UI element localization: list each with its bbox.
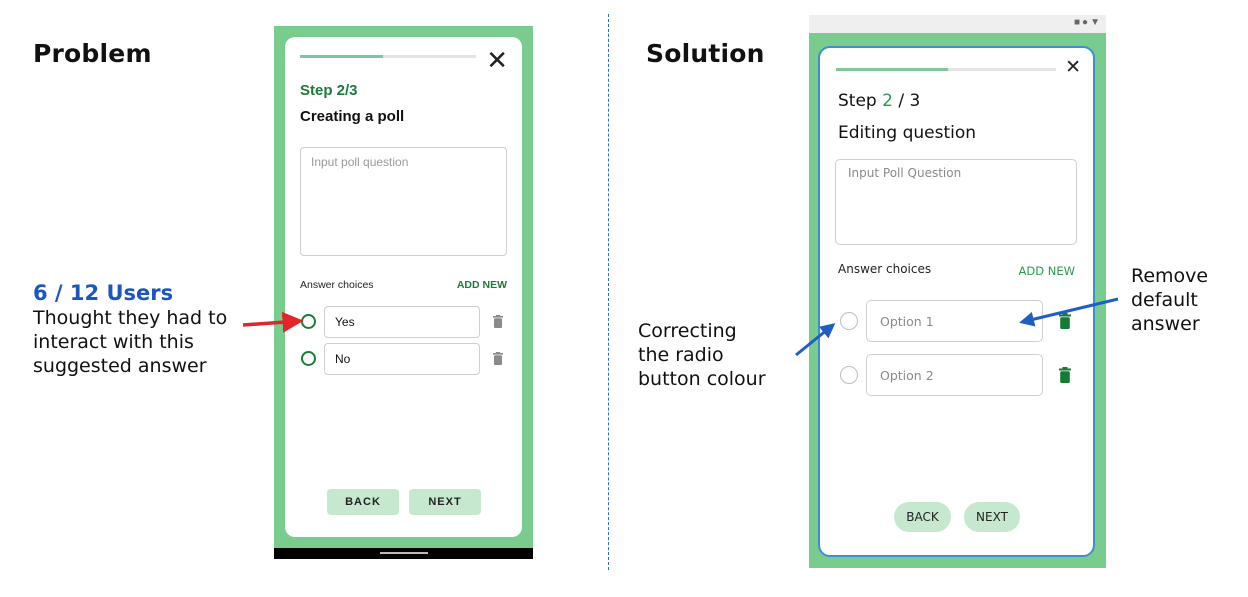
step-suffix: / 3: [892, 91, 921, 111]
dialog-title: Editing question: [838, 123, 977, 143]
answer-input[interactable]: Yes: [324, 306, 480, 338]
progress-fill: [836, 68, 949, 71]
status-icons: ■●▼: [1074, 17, 1102, 28]
solution-heading: Solution: [646, 39, 765, 68]
progress-bar: [836, 68, 1056, 71]
problem-phone: ✕ Step 2/3 Creating a poll Input poll qu…: [274, 26, 533, 559]
note-line: interact with this: [33, 331, 194, 353]
add-new-button[interactable]: ADD NEW: [457, 279, 507, 291]
answer-radio[interactable]: [840, 366, 858, 384]
trash-icon[interactable]: [1059, 313, 1071, 329]
step-indicator: Step 2/3: [300, 82, 358, 99]
answer-input[interactable]: Option 2: [866, 354, 1043, 396]
answer-radio[interactable]: [301, 351, 316, 366]
note-line: suggested answer: [33, 355, 207, 377]
android-nav-bar: [274, 548, 533, 559]
solution-phone: ✕ Step 2 / 3 Editing question Input Poll…: [809, 33, 1106, 568]
next-button[interactable]: NEXT: [964, 502, 1020, 532]
home-indicator[interactable]: [380, 552, 428, 554]
step-current: 2: [882, 91, 893, 111]
answer-input[interactable]: Option 1: [866, 300, 1043, 342]
add-new-button[interactable]: ADD NEW: [1019, 264, 1075, 278]
note-line: Remove: [1131, 265, 1209, 287]
progress-fill: [300, 55, 383, 58]
answer-input[interactable]: No: [324, 343, 480, 375]
progress-bar: [300, 55, 476, 58]
answer-choices-label: Answer choices: [300, 279, 374, 291]
dialog-title: Creating a poll: [300, 108, 405, 125]
answer-radio[interactable]: [301, 314, 316, 329]
default-fix-note: Remove default answer: [1131, 264, 1208, 336]
note-line: the radio: [638, 344, 724, 366]
note-line: Correcting: [638, 320, 737, 342]
answer-row: Option 2: [840, 354, 1080, 396]
back-button[interactable]: BACK: [894, 502, 951, 532]
note-line: answer: [1131, 313, 1200, 335]
note-line: button colour: [638, 368, 766, 390]
trash-icon[interactable]: [1059, 367, 1071, 383]
close-icon[interactable]: ✕: [486, 47, 508, 73]
radio-fix-note: Correcting the radio button colour: [638, 319, 766, 391]
note-line: Thought they had to: [33, 307, 228, 329]
close-icon[interactable]: ✕: [1065, 58, 1081, 77]
answer-row: Option 1: [840, 300, 1080, 342]
back-button[interactable]: BACK: [327, 489, 399, 515]
problem-note: Thought they had to interact with this s…: [33, 306, 227, 378]
note-line: default: [1131, 289, 1198, 311]
step-prefix: Step: [838, 91, 883, 111]
trash-icon[interactable]: [493, 352, 503, 365]
poll-question-input[interactable]: Input poll question: [300, 147, 507, 256]
problem-heading: Problem: [33, 39, 152, 68]
answer-radio[interactable]: [840, 312, 858, 330]
trash-icon[interactable]: [493, 315, 503, 328]
status-bar: ■●▼: [809, 15, 1106, 33]
poll-dialog: ✕ Step 2/3 Creating a poll Input poll qu…: [285, 37, 522, 537]
users-stat: 6 / 12 Users: [33, 281, 174, 305]
answer-row: No: [300, 343, 507, 375]
step-indicator: Step 2 / 3: [838, 91, 920, 111]
answer-choices-label: Answer choices: [838, 262, 932, 276]
section-divider: [608, 14, 609, 570]
answer-row: Yes: [300, 306, 507, 338]
next-button[interactable]: NEXT: [409, 489, 481, 515]
poll-dialog: ✕ Step 2 / 3 Editing question Input Poll…: [818, 46, 1095, 557]
poll-question-input[interactable]: Input Poll Question: [835, 159, 1077, 245]
